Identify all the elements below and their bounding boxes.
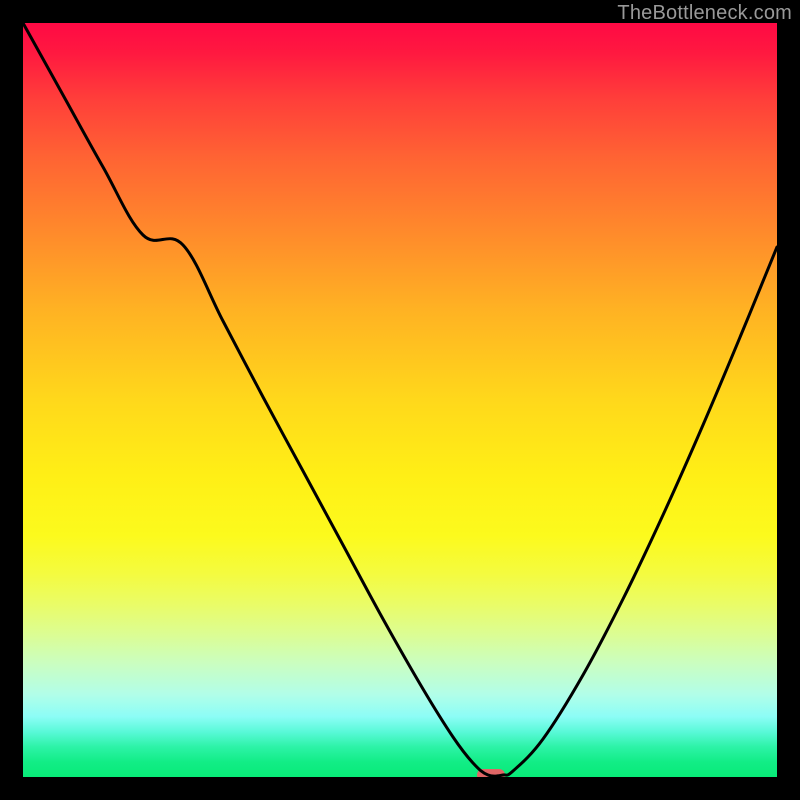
plot-area xyxy=(23,23,777,777)
watermark-text: TheBottleneck.com xyxy=(617,2,792,25)
curve-svg xyxy=(23,23,777,777)
chart-container: TheBottleneck.com xyxy=(0,0,800,800)
bottleneck-curve-path xyxy=(23,23,777,776)
